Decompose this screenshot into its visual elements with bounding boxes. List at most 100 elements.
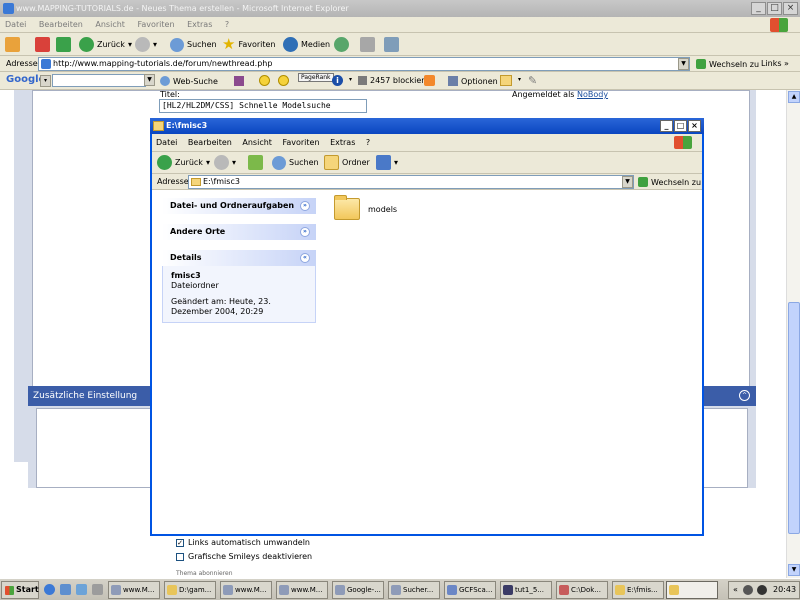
taskbar-item[interactable]: www.M...: [220, 581, 272, 599]
menu-extras[interactable]: Extras: [182, 17, 217, 33]
folder-icon[interactable]: [500, 75, 512, 86]
tray-clock-icon[interactable]: [757, 585, 767, 595]
tray-app-icon[interactable]: [743, 585, 753, 595]
info-icon[interactable]: i: [332, 75, 343, 86]
google-search-input[interactable]: [52, 74, 146, 87]
minimize-button[interactable]: _: [660, 120, 673, 132]
menu-ansicht[interactable]: Ansicht: [90, 17, 130, 33]
back-button[interactable]: Zurück ▾: [157, 154, 210, 171]
refresh-button[interactable]: [56, 36, 71, 53]
taskbar-item[interactable]: www.M...: [276, 581, 328, 599]
chevron-right-icon[interactable]: »: [784, 59, 789, 68]
address-dropdown-button[interactable]: ▼: [622, 176, 633, 188]
up-folder-button[interactable]: [248, 154, 263, 171]
google-search-dropdown[interactable]: ▼: [144, 74, 155, 86]
details-header[interactable]: Details «: [162, 250, 316, 266]
clock[interactable]: 20:43: [773, 582, 796, 598]
tray-expand-icon[interactable]: «: [733, 582, 738, 598]
explorer-title-bar[interactable]: E:\fmisc3 _ □ ×: [150, 118, 704, 134]
scroll-thumb[interactable]: [788, 302, 800, 534]
pencil-icon[interactable]: ✎: [528, 74, 537, 87]
menu-favoriten[interactable]: Favoriten: [278, 134, 323, 152]
quicklaunch-icon[interactable]: [92, 584, 103, 595]
options-button[interactable]: Optionen: [448, 76, 498, 86]
show-desktop-icon[interactable]: [60, 584, 71, 595]
stop-button[interactable]: [35, 36, 50, 53]
taskbar-item[interactable]: GCFSca...: [444, 581, 496, 599]
favorites-button[interactable]: ★ Favoriten: [222, 36, 276, 53]
scroll-up-arrow[interactable]: ▲: [788, 91, 800, 103]
start-button[interactable]: Start: [1, 581, 39, 599]
other-places-header[interactable]: Andere Orte »: [162, 224, 316, 240]
taskbar-item[interactable]: D:\gam...: [164, 581, 216, 599]
auto-links-checkbox[interactable]: ✓: [176, 538, 184, 547]
taskbar-item-active[interactable]: [666, 581, 718, 599]
menu-datei[interactable]: Datei: [0, 17, 31, 33]
web-search-button[interactable]: Web-Suche: [160, 76, 218, 86]
pagerank-indicator[interactable]: PageRank: [298, 73, 334, 82]
chevron-down-icon[interactable]: ▾: [394, 158, 398, 167]
chevron-down-icon[interactable]: ▾: [153, 40, 157, 49]
menu-datei[interactable]: Datei: [152, 134, 181, 152]
media-player-icon[interactable]: [76, 584, 87, 595]
menu-bearbeiten[interactable]: Bearbeiten: [34, 17, 88, 33]
print-button[interactable]: [360, 36, 375, 53]
folders-button[interactable]: Ordner: [324, 154, 370, 171]
expand-icon[interactable]: »: [300, 227, 310, 237]
forward-button[interactable]: ▾: [214, 154, 236, 171]
thread-title-input[interactable]: [HL2/HL2DM/CSS] Schnelle Modelsuche: [159, 99, 367, 113]
taskbar-item[interactable]: tut1_5...: [500, 581, 552, 599]
forward-button[interactable]: ▾: [135, 36, 157, 53]
back-button[interactable]: Zurück ▾: [79, 36, 132, 53]
menu-help[interactable]: ?: [220, 17, 234, 33]
news-icon[interactable]: [234, 76, 244, 86]
maximize-button[interactable]: □: [674, 120, 687, 132]
minimize-button[interactable]: _: [751, 2, 766, 15]
media-button[interactable]: Medien: [283, 36, 330, 53]
auto-links-row[interactable]: ✓ Links automatisch umwandeln: [176, 538, 310, 547]
page-scrollbar[interactable]: ▲ ▼: [786, 90, 800, 578]
expand-icon[interactable]: »: [300, 201, 310, 211]
close-button[interactable]: ×: [688, 120, 701, 132]
scroll-down-arrow[interactable]: ▼: [788, 564, 800, 576]
menu-help[interactable]: ?: [362, 134, 374, 152]
chevron-down-icon[interactable]: ▾: [514, 75, 525, 87]
taskbar-item[interactable]: Sucher...: [388, 581, 440, 599]
maximize-button[interactable]: □: [767, 2, 782, 15]
taskbar-item[interactable]: E:\fmis...: [612, 581, 664, 599]
popup-blocker-button[interactable]: 2457 blockiert: [358, 76, 428, 85]
disable-smileys-row[interactable]: Grafische Smileys deaktivieren: [176, 552, 312, 561]
chevron-down-icon[interactable]: ▾: [128, 40, 132, 49]
disable-smileys-checkbox[interactable]: [176, 552, 184, 561]
search-button[interactable]: Suchen: [170, 36, 217, 53]
views-button[interactable]: ▾: [376, 154, 398, 171]
taskbar-item[interactable]: www.M...: [108, 581, 160, 599]
home-button[interactable]: [5, 36, 20, 53]
ie-quicklaunch-icon[interactable]: [44, 584, 55, 595]
taskbar-item[interactable]: C:\Dok...: [556, 581, 608, 599]
blogger-icon[interactable]: [424, 75, 435, 86]
collapse-icon[interactable]: «: [300, 253, 310, 263]
menu-ansicht[interactable]: Ansicht: [238, 134, 276, 152]
taskbar-item[interactable]: Google-...: [332, 581, 384, 599]
collapse-icon[interactable]: ^: [739, 390, 750, 401]
url-input[interactable]: http://www.mapping-tutorials.de/forum/ne…: [38, 57, 690, 71]
chevron-down-icon[interactable]: ▾: [206, 158, 210, 167]
menu-bearbeiten[interactable]: Bearbeiten: [184, 134, 236, 152]
folder-item[interactable]: models: [334, 195, 397, 220]
search-button[interactable]: Suchen: [272, 154, 319, 171]
close-button[interactable]: ×: [783, 2, 798, 15]
google-menu-dropdown[interactable]: ▾: [40, 75, 51, 87]
menu-extras[interactable]: Extras: [326, 134, 359, 152]
edit-button[interactable]: [384, 36, 399, 53]
history-button[interactable]: [334, 36, 349, 53]
info-dropdown[interactable]: ▾: [345, 75, 356, 87]
username-link[interactable]: NoBody: [577, 90, 608, 99]
go-button[interactable]: Wechseln zu: [638, 177, 701, 187]
chevron-down-icon[interactable]: ▾: [232, 158, 236, 167]
subscribe-thread-link[interactable]: Thema abonnieren: [176, 570, 233, 577]
file-tasks-header[interactable]: Datei- und Ordneraufgaben »: [162, 198, 316, 214]
explorer-address-input[interactable]: E:\fmisc3: [188, 175, 634, 189]
go-button[interactable]: Wechseln zu: [696, 59, 759, 69]
smiley-icon[interactable]: [259, 75, 270, 86]
